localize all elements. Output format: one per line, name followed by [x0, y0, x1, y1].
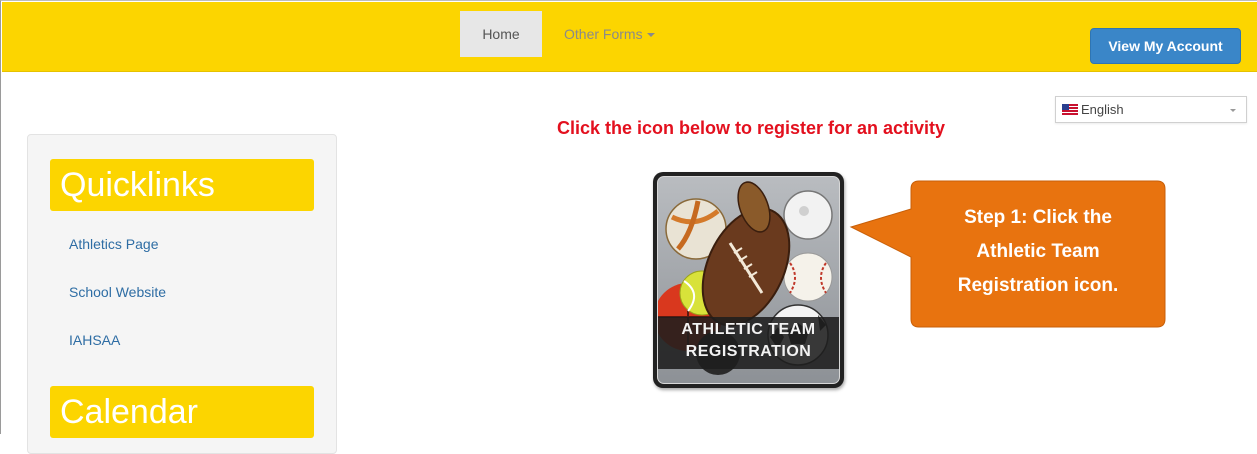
callout-line1: Step 1: Click the: [964, 207, 1112, 228]
callout-line2: Athletic Team: [976, 241, 1100, 262]
callout-text: Step 1: Click the Athletic Team Registra…: [910, 201, 1166, 303]
callout-line3: Registration icon.: [957, 275, 1119, 296]
page-frame: Home Other Forms View My Account English…: [0, 0, 1257, 454]
